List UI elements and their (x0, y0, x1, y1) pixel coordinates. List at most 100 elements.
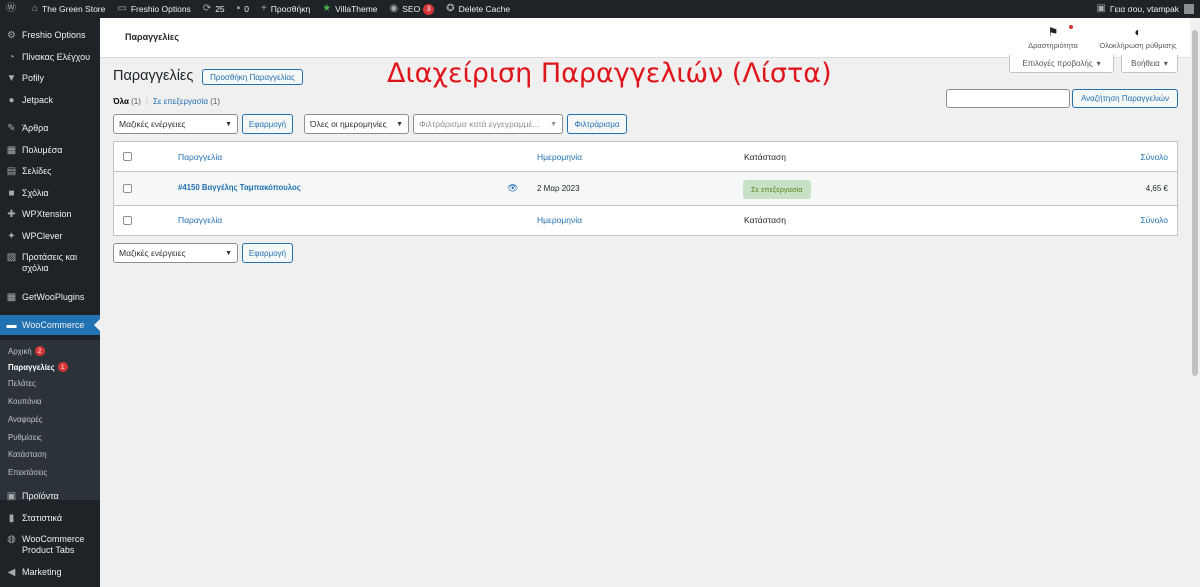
chevron-down-icon: ▼ (396, 120, 403, 128)
sidebar-item-products[interactable]: ▣ Προϊόντα (0, 491, 100, 502)
help-button[interactable]: Βοήθεια ▾ (1121, 55, 1178, 73)
globe-icon: ◍ (7, 534, 16, 545)
column-footer-order[interactable]: Παραγγελία (178, 215, 222, 225)
sidebar-item-jetpack[interactable]: ● Jetpack (0, 95, 100, 106)
caret-down-icon: ▾ (1096, 59, 1101, 68)
woo-icon: ▬ (6, 319, 17, 331)
sidebar-item-marketing[interactable]: ◀ Marketing (0, 567, 100, 578)
table-header-row: Παραγγελία Ημερομηνία Κατάσταση Σύνολο (114, 142, 1177, 172)
apply-button-bottom[interactable]: Εφαρμογή (242, 243, 293, 263)
select-all-checkbox[interactable] (123, 152, 132, 161)
orders-count-badge: 1 (57, 362, 68, 372)
seo-menu[interactable]: ◉ SEO 3 (384, 0, 441, 18)
home-count-badge: 2 (34, 346, 45, 356)
page-scrollbar[interactable] (1190, 18, 1200, 587)
villatheme-menu[interactable]: ★ VillaTheme (316, 0, 383, 18)
order-link[interactable]: #4150 Βαγγέλης Ταμπακόπουλος (178, 183, 301, 192)
delete-cache-menu[interactable]: ✪ Delete Cache (440, 0, 516, 18)
column-header-status: Κατάσταση (744, 152, 787, 162)
admin-bar: Ⓦ ⌂ The Green Store ▭ Freshio Options ⟳ 25 … (0, 0, 1200, 18)
chevron-down-icon: ▼ (225, 249, 232, 257)
column-footer-date[interactable]: Ημερομηνία (537, 215, 582, 225)
pin-icon: ✎ (7, 123, 16, 134)
select-all-checkbox-footer[interactable] (123, 216, 132, 225)
screen-options-button[interactable]: Επιλογές προβολής ▾ (1009, 55, 1114, 73)
avatar (1184, 4, 1194, 14)
new-content-menu[interactable]: + Προσθήκη (255, 0, 316, 18)
home-icon: ⌂ (32, 3, 39, 14)
submenu-item-settings[interactable]: Ρυθμίσεις (8, 433, 42, 442)
filter-icon: ▼ (6, 73, 17, 84)
filter-button[interactable]: Φιλτράρισμα (567, 114, 627, 134)
table-footer-row: Παραγγελία Ημερομηνία Κατάσταση Σύνολο (114, 206, 1177, 236)
submenu-item-customers[interactable]: Πελάτες (8, 379, 36, 388)
customer-filter-select[interactable]: Φιλτράρισμα κατά εγγεγραμμέ... ▼ (413, 114, 563, 134)
comment-icon: ▪ (236, 3, 241, 14)
add-order-button[interactable]: Προσθήκη Παραγγελίας (202, 69, 303, 85)
page-icon: ▤ (6, 166, 17, 177)
date-filter-select[interactable]: Όλες οι ημερομηνίες ▼ (304, 114, 409, 134)
sidebar-item-posts[interactable]: ✎ Άρθρα (0, 123, 100, 134)
submenu-item-coupons[interactable]: Κουπόνια (8, 397, 42, 406)
sidebar-item-getwooplugins[interactable]: ▦ GetWooPlugins (0, 292, 100, 303)
sidebar-item-analytics[interactable]: ▮ Στατιστικά (0, 513, 100, 524)
sidebar-item-comments[interactable]: ■ Σχόλια (0, 188, 100, 199)
column-footer-status: Κατάσταση (744, 215, 787, 225)
column-header-total[interactable]: Σύνολο (1140, 152, 1168, 162)
screen-icon: ▣ (1096, 3, 1106, 14)
search-input[interactable] (946, 89, 1070, 108)
grid-icon: ▦ (6, 292, 17, 303)
submenu-item-extensions[interactable]: Επεκτάσεις (8, 468, 47, 477)
sidebar-item-pages[interactable]: ▤ Σελίδες (0, 166, 100, 177)
sidebar-item-feedback[interactable]: ▧ Προτάσεις και σχόλια (0, 252, 100, 274)
chevron-down-icon: ▼ (225, 120, 232, 128)
bulk-actions-select[interactable]: Μαζικές ενέργειες ▼ (113, 114, 238, 134)
progress-circle-icon: ◐ (1134, 25, 1142, 39)
table-row[interactable]: #4150 Βαγγέλης Ταμπακόπουλος 👁 2 Μαρ 202… (114, 172, 1177, 206)
megaphone-icon: ◀ (7, 567, 16, 578)
sidebar-item-dashboard[interactable]: ◔ Πίνακας Ελέγχου (0, 52, 100, 63)
view-all[interactable]: Όλα (1) (113, 97, 141, 106)
apply-button[interactable]: Εφαρμογή (242, 114, 293, 134)
plugin-icon: ✚ (7, 209, 16, 220)
submenu-item-status[interactable]: Κατάσταση (8, 450, 47, 459)
submenu-item-home[interactable]: Αρχική 2 (8, 346, 45, 356)
sidebar-item-woocommerce[interactable]: ▬ WooCommerce (0, 315, 100, 335)
activity-button[interactable]: ⚑ Δραστηριότητα (1022, 25, 1084, 50)
page-title: Παραγγελίες (113, 68, 194, 84)
column-header-date[interactable]: Ημερομηνία (537, 152, 582, 162)
sidebar-item-wpclever[interactable]: ✦ WPClever (0, 231, 100, 242)
overlay-caption: Διαχείριση Παραγγελιών (Λίστα) (387, 58, 832, 89)
refresh-icon: ⟳ (202, 3, 212, 14)
header-title: Παραγγελίες (125, 32, 179, 42)
column-header-order[interactable]: Παραγγελία (178, 152, 222, 162)
orders-table: Παραγγελία Ημερομηνία Κατάσταση Σύνολο #… (113, 141, 1178, 236)
cache-icon: ✪ (446, 3, 455, 14)
comments-menu[interactable]: ▪ 0 (231, 0, 255, 18)
greeting-menu[interactable]: ▣ Γεια σου, vtampak (1090, 0, 1200, 18)
column-footer-total[interactable]: Σύνολο (1140, 215, 1168, 225)
sidebar-item-wpxtension[interactable]: ✚ WPXtension (0, 209, 100, 220)
scrollbar-thumb[interactable] (1192, 30, 1198, 376)
row-checkbox[interactable] (123, 184, 132, 193)
bulk-actions-select-bottom[interactable]: Μαζικές ενέργειες ▼ (113, 243, 238, 263)
updates-menu[interactable]: ⟳ 25 (197, 0, 231, 18)
activity-notification-dot (1069, 25, 1073, 29)
sidebar-item-media[interactable]: ▦ Πολυμέσα (0, 145, 100, 156)
wordpress-logo-menu[interactable]: Ⓦ (0, 0, 26, 18)
search-orders-button[interactable]: Αναζήτηση Παραγγελιών (1072, 89, 1178, 108)
sidebar-item-product-tabs[interactable]: ◍ WooCommerce Product Tabs (0, 534, 100, 556)
finish-setup-button[interactable]: ◐ Ολοκλήρωση ρύθμισης (1093, 25, 1183, 50)
folder-icon: ▭ (117, 3, 127, 14)
view-processing[interactable]: Σε επεξεργασία (1) (153, 97, 220, 106)
sidebar-item-pofily[interactable]: ▼ Pofily (0, 73, 100, 84)
eye-icon[interactable]: 👁 (507, 183, 518, 194)
submenu-item-orders[interactable]: Παραγγελίες 1 (8, 362, 68, 372)
star-icon: ★ (322, 3, 332, 14)
sidebar-item-freshio-options[interactable]: ⚙ Freshio Options (0, 30, 100, 41)
chart-icon: ▮ (8, 513, 15, 524)
wordpress-icon: Ⓦ (6, 3, 16, 14)
freshio-options-menu[interactable]: ▭ Freshio Options (111, 0, 196, 18)
site-name-menu[interactable]: ⌂ The Green Store (26, 0, 111, 18)
submenu-item-reports[interactable]: Αναφορές (8, 415, 43, 424)
